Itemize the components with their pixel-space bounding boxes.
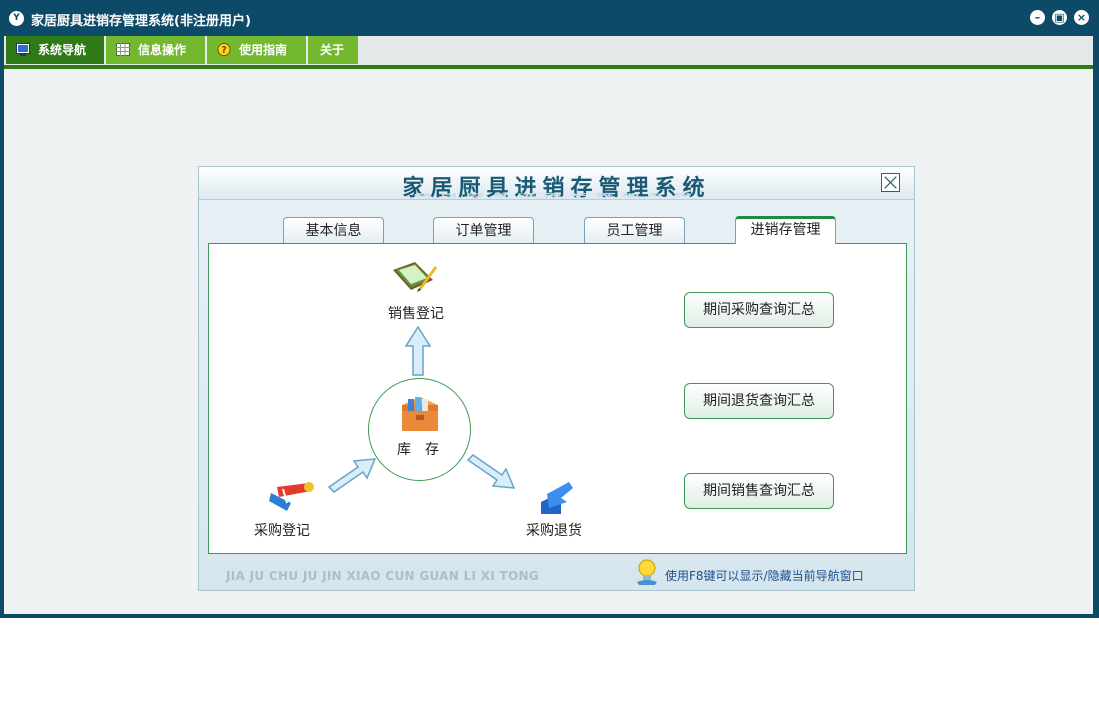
menu-item-label: 使用指南 xyxy=(239,43,288,57)
panel-title-reflection: 家居厨具进销存管理系统 xyxy=(199,193,914,199)
inventory-box-icon xyxy=(402,397,438,431)
tab-order-mgmt[interactable]: 订单管理 xyxy=(433,217,534,243)
menu-bar: 系统导航 信息操作 ? 使用指南 关于 xyxy=(4,36,1093,66)
tab-content: 销售登记 库 存 采购登记 采购退货 期间采购查询汇总 期间退货查询汇总 期间销… xyxy=(208,243,907,554)
tab-basic-info[interactable]: 基本信息 xyxy=(283,217,384,243)
sales-register-label[interactable]: 销售登记 xyxy=(388,303,444,323)
inventory-label: 库 存 xyxy=(397,442,439,458)
menu-item-label: 关于 xyxy=(320,43,345,57)
period-purchase-query-button[interactable]: 期间采购查询汇总 xyxy=(684,292,834,328)
inventory-node[interactable]: 库 存 xyxy=(368,378,471,481)
title-bar[interactable]: Y 家居厨具进销存管理系统(非注册用户) – ▣ × xyxy=(0,0,1099,36)
monitor-icon xyxy=(16,43,30,56)
lightbulb-icon xyxy=(637,559,657,585)
purchase-return-icon[interactable] xyxy=(539,480,575,516)
purchase-register-label[interactable]: 采购登记 xyxy=(254,520,310,540)
menu-item-about[interactable]: 关于 xyxy=(308,36,360,64)
navigation-panel: 家居厨具进销存管理系统 家居厨具进销存管理系统 基本信息 订单管理 员工管理 进… xyxy=(198,166,915,591)
close-button[interactable]: × xyxy=(1074,10,1089,25)
arrow-up-icon xyxy=(404,325,432,376)
period-sales-query-button[interactable]: 期间销售查询汇总 xyxy=(684,473,834,509)
tab-staff-mgmt[interactable]: 员工管理 xyxy=(584,217,685,243)
menu-item-system-nav[interactable]: 系统导航 xyxy=(6,36,106,64)
window-title: 家居厨具进销存管理系统(非注册用户) xyxy=(31,14,251,29)
svg-text:?: ? xyxy=(221,45,226,56)
help-icon: ? xyxy=(217,43,231,56)
minimize-button[interactable]: – xyxy=(1030,10,1045,25)
sales-register-icon[interactable] xyxy=(389,260,439,296)
menu-item-guide[interactable]: ? 使用指南 xyxy=(207,36,308,64)
grid-icon xyxy=(116,43,130,56)
app-logo-icon: Y xyxy=(9,11,24,26)
menu-item-info-ops[interactable]: 信息操作 xyxy=(106,36,207,64)
period-return-query-button[interactable]: 期间退货查询汇总 xyxy=(684,383,834,419)
purchase-return-label[interactable]: 采购退货 xyxy=(526,520,582,540)
panel-close-icon[interactable] xyxy=(881,173,900,192)
restore-button[interactable]: ▣ xyxy=(1052,10,1067,25)
arrow-up-right-icon xyxy=(327,458,377,493)
purchase-register-icon[interactable] xyxy=(267,477,315,515)
menu-item-label: 系统导航 xyxy=(38,43,87,57)
f8-hint-text: 使用F8键可以显示/隐藏当前导航窗口 xyxy=(665,569,864,583)
footer-pinyin: JIA JU CHU JU JIN XIAO CUN GUAN LI XI TO… xyxy=(226,569,540,583)
arrow-down-right-icon xyxy=(466,454,516,489)
tab-inventory-mgmt[interactable]: 进销存管理 xyxy=(735,216,836,244)
menu-item-label: 信息操作 xyxy=(138,43,187,57)
